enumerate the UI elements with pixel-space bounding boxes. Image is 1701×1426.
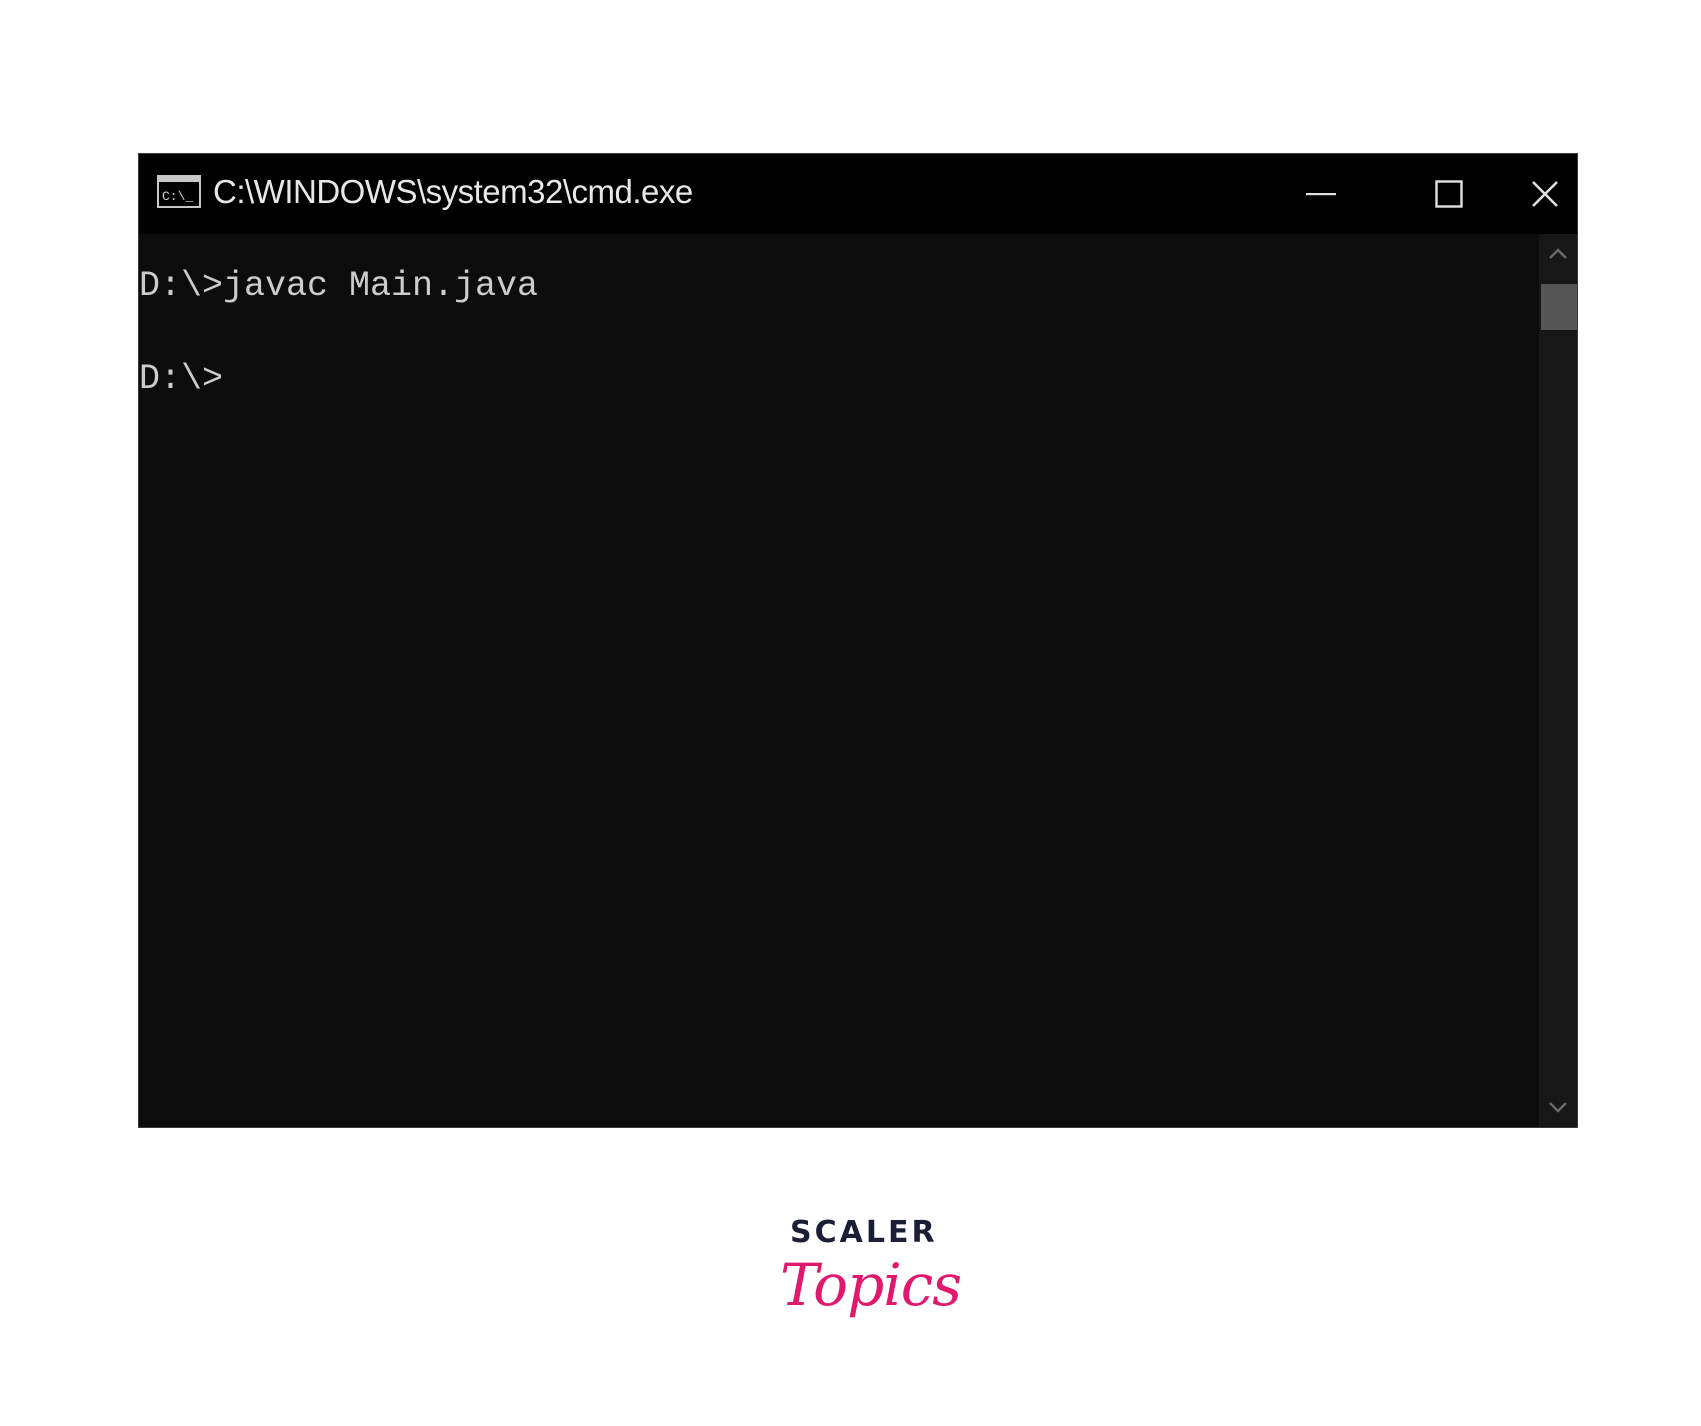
scroll-up-button[interactable] bbox=[1539, 234, 1577, 274]
console-line: D:\>javac Main.java bbox=[139, 266, 539, 306]
console-prompt: D:\> bbox=[139, 359, 224, 399]
title-bar[interactable]: C:\_ C:\WINDOWS\system32\cmd.exe bbox=[139, 154, 1577, 234]
chevron-up-icon bbox=[1549, 248, 1567, 259]
scroll-thumb[interactable] bbox=[1541, 284, 1577, 330]
svg-text:C:\_: C:\_ bbox=[162, 189, 193, 204]
maximize-button[interactable] bbox=[1385, 154, 1513, 234]
cmd-window: C:\_ C:\WINDOWS\system32\cmd.exe D:\>jav… bbox=[138, 153, 1578, 1128]
logo-brand-text: SCALER bbox=[790, 1215, 938, 1250]
close-button[interactable] bbox=[1513, 154, 1577, 234]
window-title: C:\WINDOWS\system32\cmd.exe bbox=[213, 173, 693, 210]
maximize-icon bbox=[1435, 180, 1463, 208]
minimize-button[interactable] bbox=[1257, 154, 1385, 234]
vertical-scrollbar[interactable] bbox=[1539, 234, 1577, 1127]
logo-sub-text: Topics bbox=[780, 1251, 962, 1319]
scaler-topics-logo: SCALER Topics bbox=[780, 1215, 962, 1345]
minimize-icon bbox=[1306, 193, 1336, 196]
scroll-down-button[interactable] bbox=[1539, 1087, 1577, 1127]
close-icon bbox=[1532, 181, 1558, 207]
console-icon[interactable]: C:\_ bbox=[157, 175, 201, 208]
chevron-down-icon bbox=[1549, 1102, 1567, 1113]
console-output[interactable]: D:\>javac Main.java D:\> bbox=[139, 234, 1539, 1127]
